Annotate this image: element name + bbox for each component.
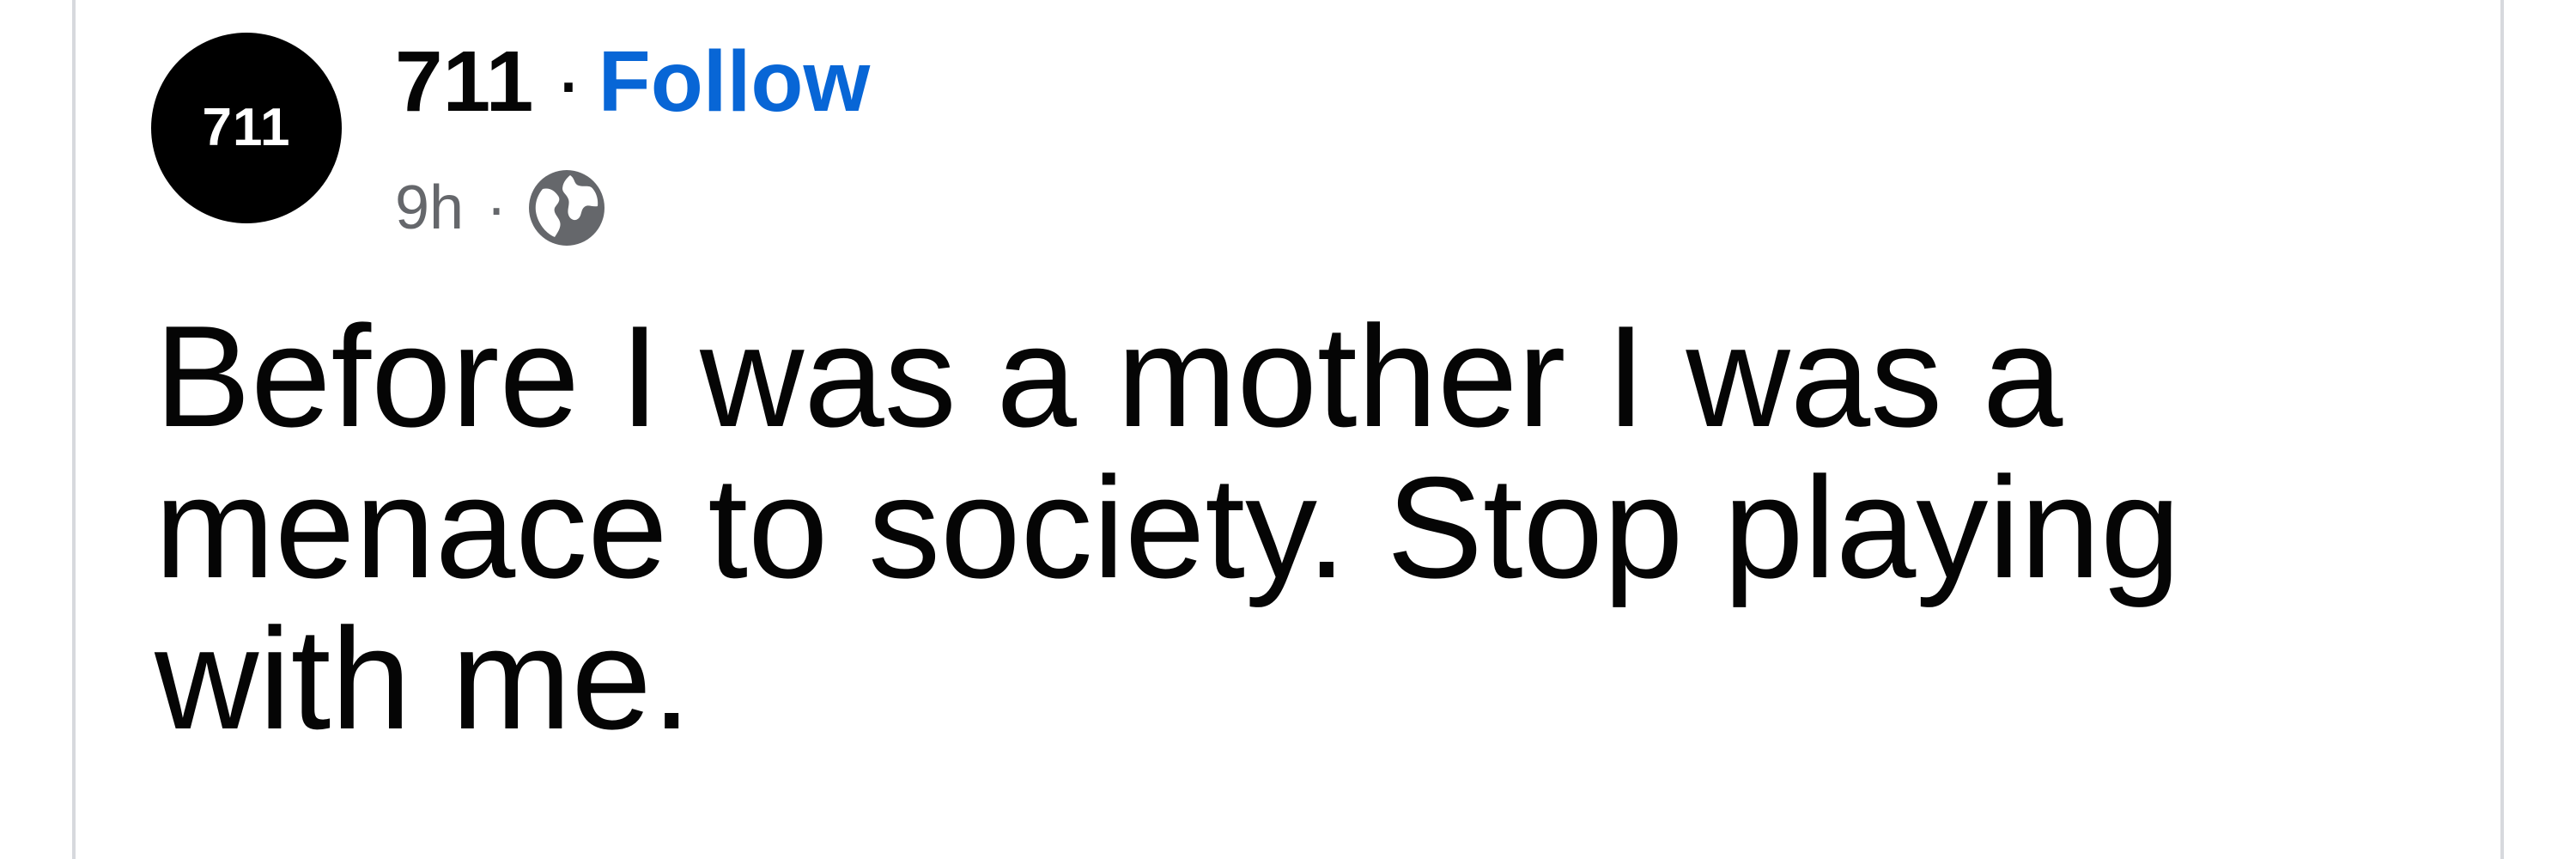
post-body-text: Before I was a mother I was a menace to … — [155, 295, 2181, 759]
header-separator: · — [554, 33, 583, 130]
post-meta: 9h · — [395, 165, 608, 251]
avatar-text: 711 — [202, 98, 291, 157]
post-timestamp[interactable]: 9h — [395, 173, 464, 243]
avatar[interactable]: 711 — [151, 33, 342, 223]
author-name[interactable]: 711 — [395, 33, 533, 131]
meta-separator: · — [486, 174, 507, 242]
globe-icon[interactable] — [526, 167, 608, 249]
post-header: 711 · Follow — [395, 33, 871, 131]
follow-button[interactable]: Follow — [598, 33, 871, 131]
